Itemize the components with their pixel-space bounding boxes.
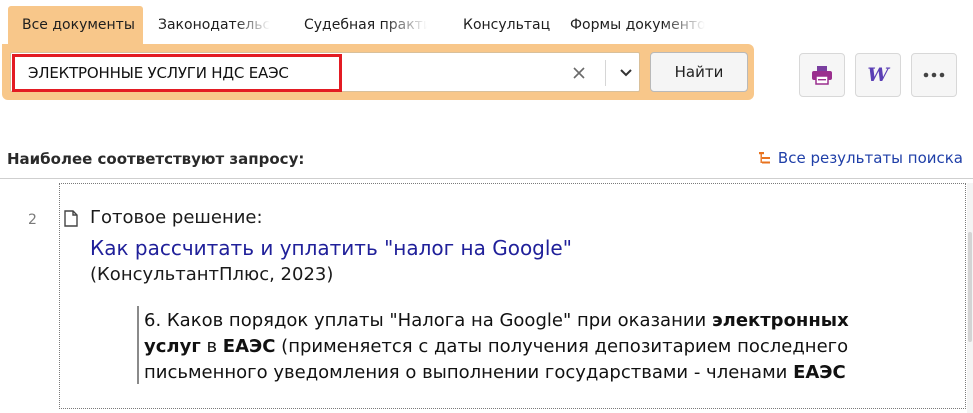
chevron-down-icon bbox=[620, 69, 632, 77]
excerpt-text: в bbox=[200, 336, 223, 357]
printer-icon bbox=[812, 66, 832, 85]
excerpt-text: 6. Каков порядок уплаты "Налога на Googl… bbox=[144, 310, 712, 331]
find-button[interactable]: Найти bbox=[650, 52, 748, 92]
document-source: (КонсультантПлюс, 2023) bbox=[90, 264, 334, 285]
result-number: 2 bbox=[28, 212, 37, 228]
close-icon bbox=[573, 67, 585, 79]
divider bbox=[0, 178, 973, 179]
all-search-results-label: Все результаты поиска bbox=[777, 149, 963, 167]
excerpt-highlight: ЕАЭС bbox=[793, 362, 846, 383]
excerpt-line: 6. Каков порядок уплаты "Налога на Googl… bbox=[144, 308, 874, 334]
tab-legislation[interactable]: Законодательство bbox=[143, 6, 270, 45]
excerpt-highlight: услуг bbox=[144, 336, 201, 357]
excerpt-highlight: ЕАЭС bbox=[222, 336, 276, 357]
excerpt-marker-bar bbox=[137, 306, 139, 384]
document-type-label: Готовое решение: bbox=[90, 207, 263, 228]
export-word-button[interactable]: W bbox=[855, 53, 901, 97]
tab-document-forms[interactable]: Формы документов bbox=[551, 6, 705, 45]
results-heading: Наиболее соответствуют запросу: bbox=[7, 150, 305, 168]
search-query-text: ЭЛЕКТРОННЫЕ УСЛУГИ НДС ЕАЭС bbox=[28, 64, 289, 82]
excerpt-line: услуг в ЕАЭС (применяется с даты получен… bbox=[144, 334, 874, 360]
document-title-link[interactable]: Как рассчитать и уплатить "налог на Goog… bbox=[90, 236, 572, 260]
tab-consultations[interactable]: Консультации bbox=[427, 6, 551, 45]
document-icon bbox=[64, 210, 78, 227]
all-search-results-link[interactable]: Все результаты поиска bbox=[758, 149, 963, 167]
more-icon bbox=[923, 72, 945, 78]
search-panel: ЭЛЕКТРОННЫЕ УСЛУГИ НДС ЕАЭС Найти bbox=[2, 44, 754, 100]
more-options-button[interactable] bbox=[911, 53, 957, 97]
word-icon: W bbox=[867, 64, 889, 86]
clear-search-button[interactable] bbox=[568, 62, 590, 84]
tree-list-icon bbox=[758, 152, 770, 164]
search-input[interactable]: ЭЛЕКТРОННЫЕ УСЛУГИ НДС ЕАЭС bbox=[10, 52, 640, 92]
tab-court-practice[interactable]: Судебная практика bbox=[270, 6, 427, 45]
excerpt-line: письменного уведомления о выполнении гос… bbox=[144, 360, 874, 386]
excerpt-text: письменного уведомления о выполнении гос… bbox=[144, 362, 794, 383]
search-separator bbox=[605, 60, 606, 86]
tab-all-documents[interactable]: Все документы bbox=[8, 6, 143, 45]
print-button[interactable] bbox=[799, 53, 845, 97]
excerpt-text: (применяется с даты получения депозитари… bbox=[275, 336, 849, 357]
document-excerpt: 6. Каков порядок уплаты "Налога на Googl… bbox=[144, 308, 874, 386]
scrollbar-thumb[interactable] bbox=[968, 232, 972, 342]
excerpt-highlight: электронных bbox=[711, 310, 849, 331]
tab-bar: Все документы Законодательство Судебная … bbox=[8, 6, 705, 45]
search-history-dropdown[interactable] bbox=[615, 62, 637, 84]
